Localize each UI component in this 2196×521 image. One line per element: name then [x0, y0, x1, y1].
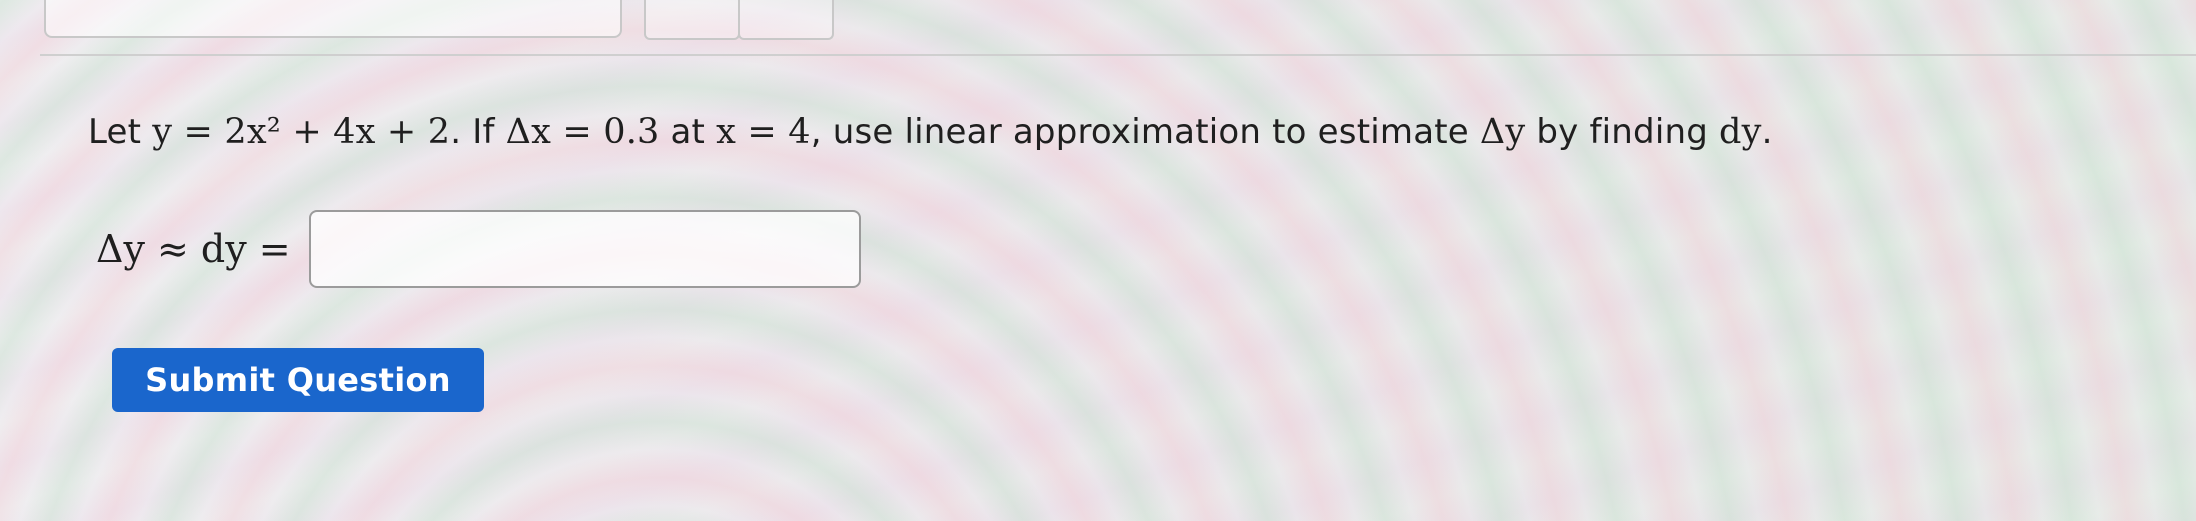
- x-value: x = 4: [716, 112, 811, 152]
- dy-symbol: dy: [1719, 112, 1762, 152]
- question-text-part: at: [659, 112, 717, 152]
- answer-label: Δy ≈ dy =: [96, 227, 291, 271]
- question-lead: Let: [88, 112, 153, 152]
- delta-x-value: Δx = 0.3: [505, 112, 660, 152]
- section-divider: [40, 54, 2196, 56]
- question-text: Let y = 2x² + 4x + 2. If Δx = 0.3 at x =…: [88, 112, 1773, 152]
- function-equation: y = 2x² + 4x + 2: [152, 112, 451, 152]
- question-text-part: , use linear approximation to estimate: [810, 112, 1480, 152]
- question-text-part: . If: [450, 112, 506, 152]
- answer-row: Δy ≈ dy =: [96, 208, 861, 290]
- toolbar-button-left[interactable]: [644, 0, 740, 40]
- question-end: .: [1761, 112, 1773, 152]
- toolbar-button-right[interactable]: [738, 0, 834, 40]
- top-toolbar-fragment: [0, 0, 2196, 60]
- delta-y-symbol: Δy: [1479, 112, 1526, 152]
- answer-input[interactable]: [308, 210, 861, 288]
- previous-answer-field[interactable]: [44, 0, 622, 38]
- submit-question-button[interactable]: Submit Question: [112, 348, 484, 412]
- question-text-part: by finding: [1525, 112, 1720, 152]
